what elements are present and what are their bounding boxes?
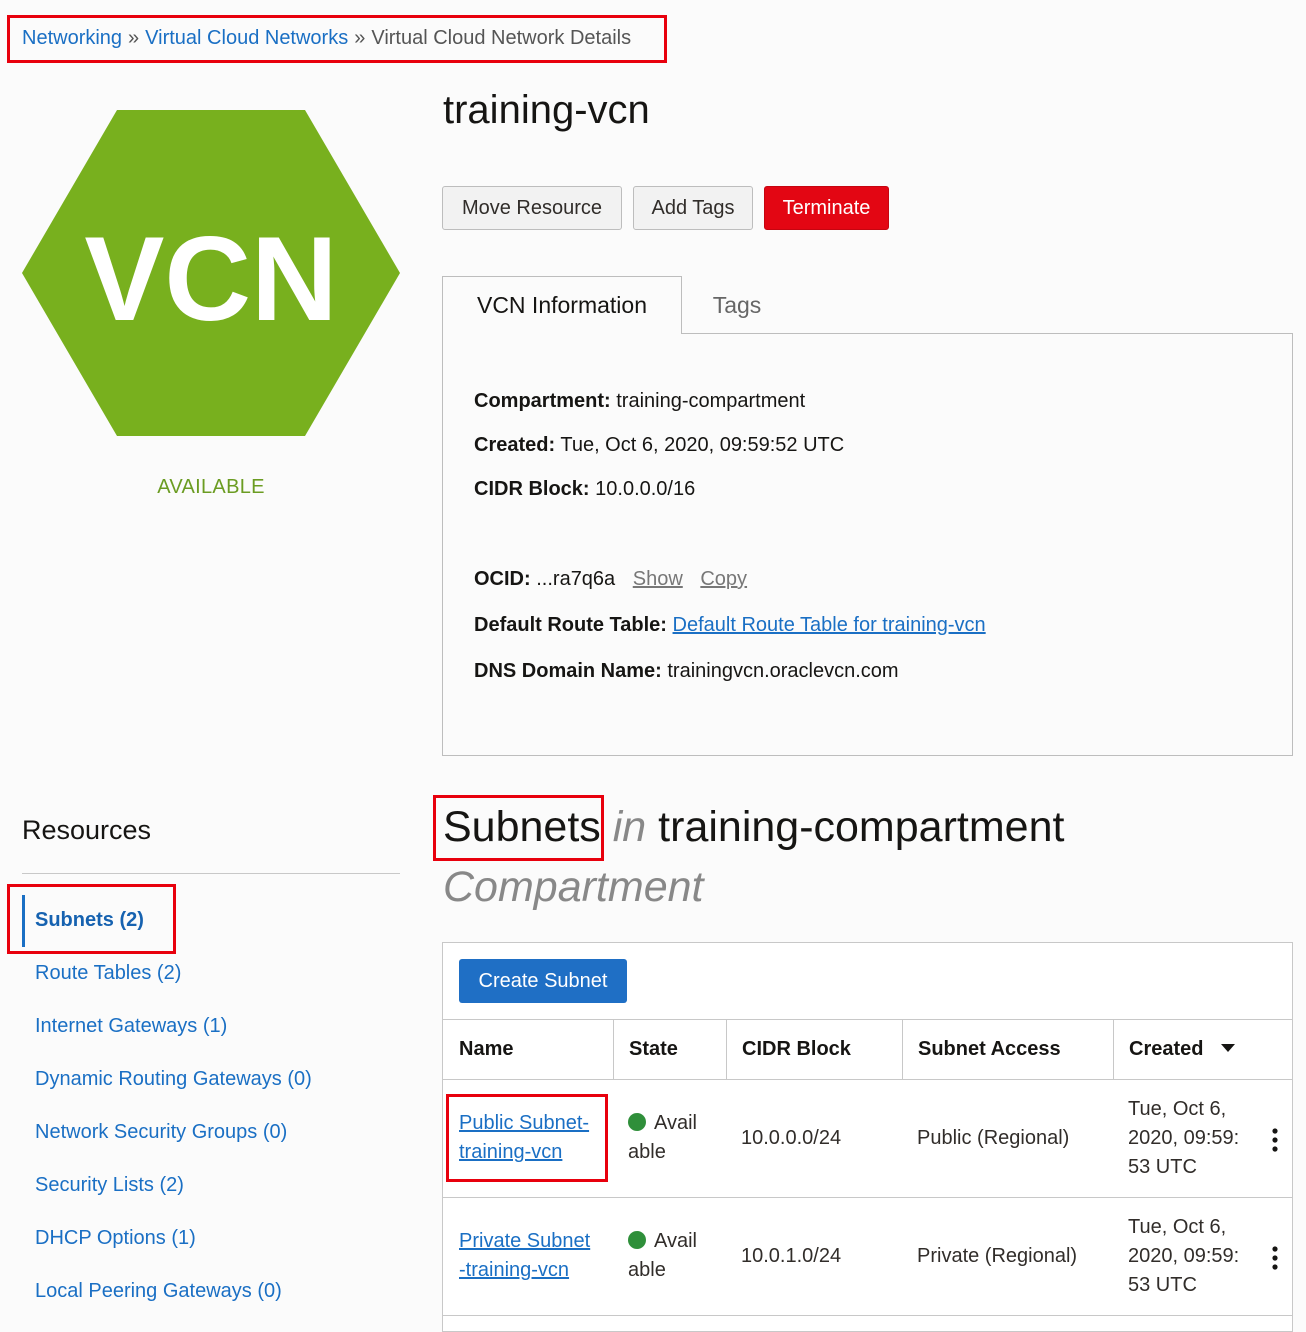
page-title: training-vcn	[443, 88, 650, 132]
resource-item-internet-gateways[interactable]: Internet Gateways (1)	[35, 1015, 227, 1038]
created-line: Tue, Oct 6,	[1128, 1216, 1227, 1238]
private-subnet-link[interactable]: Private Subnet -training-vcn	[459, 1230, 590, 1281]
column-header-state[interactable]: State	[629, 1038, 678, 1061]
dns-value: trainingvcn.oraclevcn.com	[667, 660, 899, 682]
table-row-state: Avail able	[628, 1227, 697, 1285]
column-divider	[613, 1019, 614, 1079]
table-row-cidr: 10.0.1.0/24	[741, 1245, 842, 1267]
created-value: Tue, Oct 6, 2020, 09:59:52 UTC	[560, 434, 845, 456]
ocid-label: OCID:	[474, 568, 531, 590]
row-actions-menu-icon[interactable]	[1269, 1245, 1281, 1271]
info-cidr: CIDR Block: 10.0.0.0/16	[474, 478, 695, 501]
table-row-cidr: 10.0.0.0/24	[741, 1127, 842, 1149]
table-row-access: Private (Regional)	[917, 1245, 1078, 1267]
resource-item-security-lists[interactable]: Security Lists (2)	[35, 1174, 184, 1197]
state-line: able	[628, 1141, 666, 1163]
resource-item-dhcp-options[interactable]: DHCP Options (1)	[35, 1227, 196, 1250]
tab-tags[interactable]: Tags	[692, 276, 782, 334]
breadcrumb-networking[interactable]: Networking	[22, 27, 122, 49]
tab-vcn-information[interactable]: VCN Information	[442, 276, 682, 334]
sort-descending-icon[interactable]	[1221, 1044, 1236, 1052]
resource-item-dynamic-routing-gateways[interactable]: Dynamic Routing Gateways (0)	[35, 1068, 312, 1091]
table-row-access: Public (Regional)	[917, 1127, 1070, 1149]
resource-item-local-peering-gateways[interactable]: Local Peering Gateways (0)	[35, 1280, 282, 1303]
resource-item-route-tables[interactable]: Route Tables (2)	[35, 962, 181, 985]
info-compartment: Compartment: training-compartment	[474, 390, 805, 413]
column-header-name[interactable]: Name	[459, 1038, 513, 1061]
column-divider	[902, 1019, 903, 1079]
info-dns: DNS Domain Name: trainingvcn.oraclevcn.c…	[474, 660, 899, 683]
subnets-heading-in: in	[612, 803, 647, 851]
row-actions-menu-icon[interactable]	[1269, 1127, 1281, 1153]
status-label: AVAILABLE	[157, 476, 265, 498]
column-divider	[726, 1019, 727, 1079]
subnets-heading-compartment-word: Compartment	[443, 863, 704, 911]
breadcrumb-current: Virtual Cloud Network Details	[371, 27, 632, 49]
subnet-name-line: Public Subnet-	[459, 1112, 590, 1134]
subnet-name-line: -training-vcn	[459, 1259, 570, 1281]
resources-divider	[22, 873, 400, 874]
subnets-heading-compartment: training-compartment	[658, 803, 1065, 851]
vcn-logo-text: VCN	[84, 212, 337, 346]
resource-item-subnets[interactable]: Subnets (2)	[35, 909, 144, 932]
default-route-table-link[interactable]: Default Route Table for training-vcn	[673, 614, 986, 636]
public-subnet-link[interactable]: Public Subnet-training-vcn	[459, 1112, 589, 1163]
column-divider	[1113, 1019, 1114, 1079]
created-line: 53 UTC	[1128, 1274, 1197, 1296]
table-row-state: Avail able	[628, 1109, 697, 1167]
state-line: Avail	[654, 1112, 697, 1134]
created-line: 2020, 09:59:	[1128, 1127, 1240, 1149]
breadcrumb-separator: »	[354, 27, 366, 49]
vcn-hexagon-icon: VCN	[22, 110, 400, 436]
created-label: Created:	[474, 434, 556, 456]
state-line: able	[628, 1259, 666, 1281]
subnet-name-line: training-vcn	[459, 1141, 563, 1163]
state-line: Avail	[654, 1230, 697, 1252]
dns-label: DNS Domain Name:	[474, 660, 662, 682]
breadcrumb-virtual-cloud-networks[interactable]: Virtual Cloud Networks	[145, 27, 348, 49]
created-line: 2020, 09:59:	[1128, 1245, 1240, 1267]
available-status-icon	[628, 1113, 646, 1131]
ocid-show-link[interactable]: Show	[633, 568, 683, 590]
active-indicator	[22, 895, 25, 947]
terminate-button[interactable]: Terminate	[764, 186, 889, 230]
table-header-top-border	[443, 1019, 1292, 1020]
subnets-heading-highlight	[433, 795, 604, 861]
resource-item-network-security-groups[interactable]: Network Security Groups (0)	[35, 1121, 287, 1144]
column-header-created-label: Created	[1129, 1038, 1204, 1060]
info-route-table: Default Route Table: Default Route Table…	[474, 614, 986, 637]
table-row-name: Public Subnet-training-vcn	[459, 1109, 589, 1167]
available-status-icon	[628, 1231, 646, 1249]
table-row-created: Tue, Oct 6, 2020, 09:59: 53 UTC	[1128, 1095, 1239, 1182]
table-row-created: Tue, Oct 6, 2020, 09:59: 53 UTC	[1128, 1213, 1239, 1300]
compartment-value: training-compartment	[616, 390, 806, 412]
table-row-name: Private Subnet -training-vcn	[459, 1227, 590, 1285]
breadcrumb: Networking» Virtual Cloud Networks» Virtua…	[22, 27, 631, 50]
table-row-divider	[443, 1315, 1292, 1316]
created-line: 53 UTC	[1128, 1156, 1197, 1178]
resources-heading: Resources	[22, 815, 152, 845]
cidr-label: CIDR Block:	[474, 478, 590, 500]
table-header-bottom-border	[443, 1079, 1292, 1080]
move-resource-button[interactable]: Move Resource	[442, 186, 622, 230]
add-tags-button[interactable]: Add Tags	[633, 186, 753, 230]
created-line: Tue, Oct 6,	[1128, 1098, 1227, 1120]
breadcrumb-separator: »	[128, 27, 140, 49]
info-ocid: OCID: ...ra7q6a Show Copy	[474, 568, 747, 591]
info-created: Created: Tue, Oct 6, 2020, 09:59:52 UTC	[474, 434, 844, 457]
create-subnet-button[interactable]: Create Subnet	[459, 959, 627, 1003]
table-row-divider	[443, 1197, 1292, 1198]
compartment-label: Compartment:	[474, 390, 611, 412]
column-header-subnet-access[interactable]: Subnet Access	[918, 1038, 1061, 1061]
route-table-label: Default Route Table:	[474, 614, 667, 636]
ocid-value: ...ra7q6a	[536, 568, 616, 590]
column-header-created[interactable]: Created	[1129, 1038, 1236, 1061]
ocid-copy-link[interactable]: Copy	[700, 568, 747, 590]
subnet-name-line: Private Subnet	[459, 1230, 591, 1252]
column-header-cidr-block[interactable]: CIDR Block	[742, 1038, 851, 1061]
cidr-value: 10.0.0.0/16	[595, 478, 696, 500]
